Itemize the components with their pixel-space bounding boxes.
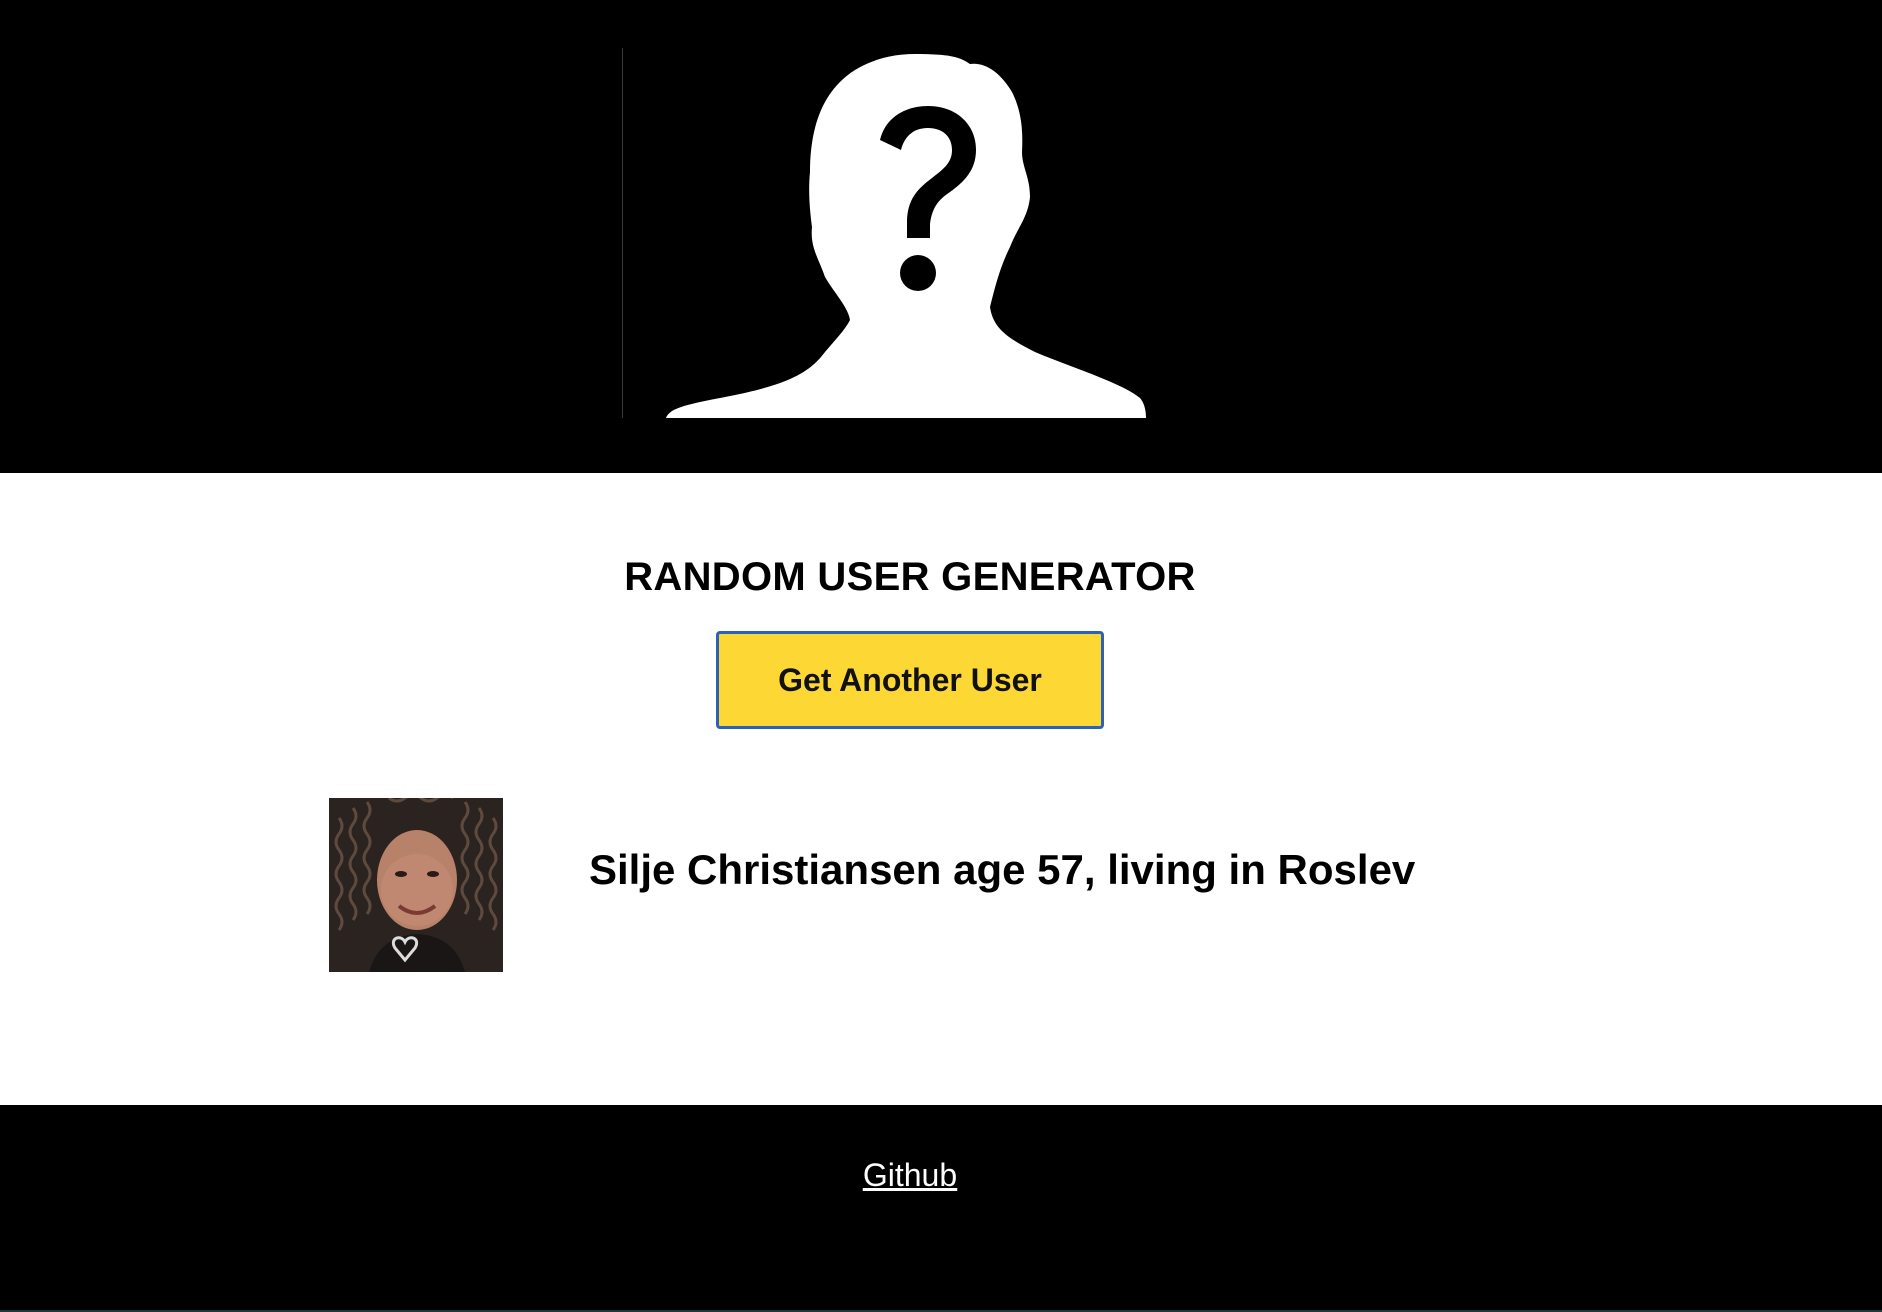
user-info-text: Silje Christiansen age 57, living in Ros… — [589, 846, 1416, 893]
github-link[interactable]: Github — [863, 1157, 957, 1193]
main-content: RANDOM USER GENERATOR Get Another User S… — [0, 473, 1882, 1105]
github-link-container: Github — [0, 1157, 1820, 1194]
user-avatar — [329, 798, 503, 972]
unknown-person-question-icon — [666, 54, 1146, 418]
footer: Github — [0, 1105, 1882, 1312]
user-card: Silje Christiansen age 57, living in Ros… — [329, 798, 1729, 974]
page-title: RANDOM USER GENERATOR — [624, 555, 1196, 599]
header-divider — [622, 48, 623, 418]
get-another-user-button[interactable]: Get Another User — [716, 631, 1104, 729]
header-banner — [0, 0, 1882, 473]
